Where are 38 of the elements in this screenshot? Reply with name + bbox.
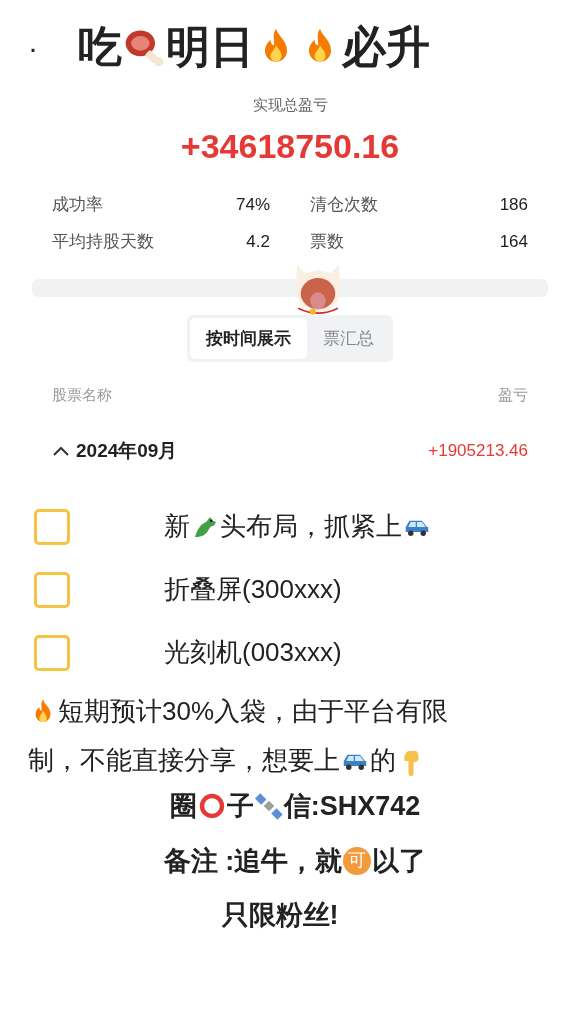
stat-value: 74% xyxy=(235,193,270,216)
stat-value: 164 xyxy=(499,231,528,253)
caption-text: 子 xyxy=(226,790,254,823)
stat-label: 清仓次数 xyxy=(310,193,378,216)
stat-label: 票数 xyxy=(310,231,344,253)
bullet-text: · xyxy=(28,29,38,66)
stat-value: 186 xyxy=(499,193,528,216)
caption-text: 短期预计30%入袋，由于平台有限 xyxy=(58,695,449,728)
collapse-caret-icon[interactable] xyxy=(52,444,70,457)
caption-text: 新 xyxy=(164,510,190,543)
month-label: 2024年09月 xyxy=(76,438,178,463)
caption-text: 信:SHX742 xyxy=(283,790,421,823)
caption-text: 制，不能直接分享，想要上 xyxy=(28,744,340,777)
caption-text: 吃 xyxy=(78,21,122,73)
caption-text: 光刻机(003xxx) xyxy=(164,636,342,669)
footer-text: 只限粉丝! xyxy=(221,899,339,932)
checkbox[interactable] xyxy=(34,571,70,608)
caption-text: 以了 xyxy=(372,844,427,878)
checkbox[interactable] xyxy=(34,634,70,671)
checkbox[interactable] xyxy=(34,508,70,545)
caption-text: 的 xyxy=(370,744,396,777)
caption-text: 明日 xyxy=(166,21,254,73)
badge-icon: 可 xyxy=(343,846,372,875)
stat-value: 4.2 xyxy=(246,231,270,253)
column-header: 股票名称 xyxy=(52,385,112,405)
column-header: 盈亏 xyxy=(498,385,528,405)
view-tab[interactable]: 按时间展示 xyxy=(190,317,307,359)
satellite-icon xyxy=(253,791,284,822)
summary-label: 实现总盈亏 xyxy=(252,95,328,115)
caption-text: 折叠屏(300xxx) xyxy=(164,573,342,606)
stat-label: 平均持股天数 xyxy=(52,231,154,253)
caption-text: 备注 :追牛，就 xyxy=(163,844,343,878)
month-profit: +1905213.46 xyxy=(428,440,528,462)
caption-text: 必升 xyxy=(342,21,430,73)
caption-text: 头布局，抓紧上 xyxy=(220,510,402,543)
stat-label: 成功率 xyxy=(52,193,103,216)
caption-text: 圈 xyxy=(169,790,197,823)
summary-value: +34618750.16 xyxy=(180,125,400,167)
